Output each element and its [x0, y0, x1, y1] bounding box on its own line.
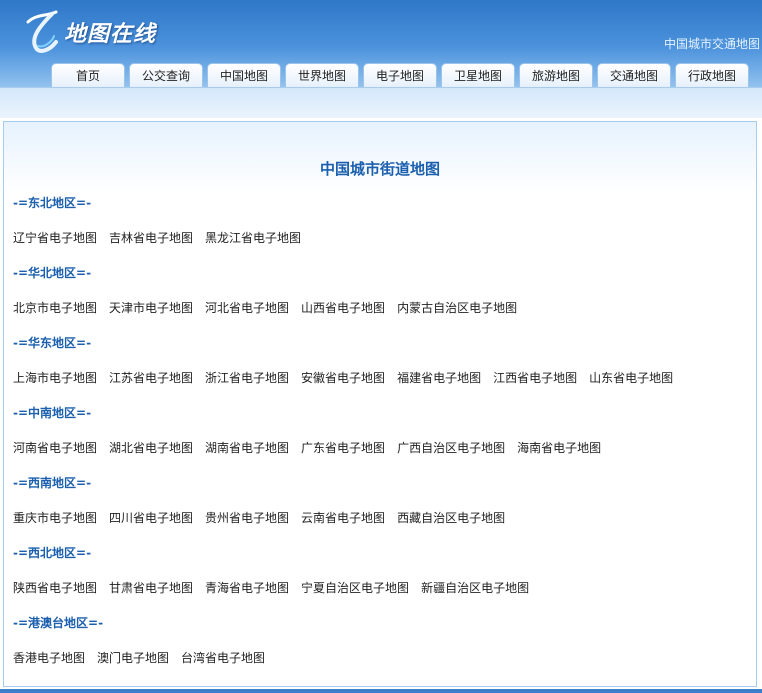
region-heading: -=港澳台地区=-: [13, 616, 104, 630]
nav-tab[interactable]: 首页: [51, 63, 125, 87]
province-map-link[interactable]: 贵州省电子地图: [205, 509, 289, 526]
province-map-link[interactable]: 湖南省电子地图: [205, 439, 289, 456]
province-map-link[interactable]: 广东省电子地图: [301, 439, 385, 456]
province-map-link[interactable]: 台湾省电子地图: [181, 649, 265, 666]
region-heading: -=西南地区=-: [13, 476, 92, 490]
nav-tab[interactable]: 旅游地图: [519, 63, 593, 87]
province-map-link[interactable]: 安徽省电子地图: [301, 369, 385, 386]
region-map-links: 陕西省电子地图 甘肃省电子地图 青海省电子地图 宁夏自治区电子地图 新疆自治区电子地图: [13, 579, 541, 596]
province-map-link[interactable]: 陕西省电子地图: [13, 579, 97, 596]
main-nav: 首页 公交查询 中国地图 世界地图 电子地图 卫星地图 旅游地图 交通地图 行政地图: [51, 63, 753, 87]
province-map-link[interactable]: 湖北省电子地图: [109, 439, 193, 456]
region-map-links: 香港电子地图 澳门电子地图 台湾省电子地图: [13, 649, 277, 666]
region-map-links: 上海市电子地图 江苏省电子地图 浙江省电子地图 安徽省电子地图 福建省电子地图 江西省电子…: [13, 369, 685, 386]
province-map-link[interactable]: 山西省电子地图: [301, 299, 385, 316]
province-map-link[interactable]: 辽宁省电子地图: [13, 229, 97, 246]
province-map-link[interactable]: 福建省电子地图: [397, 369, 481, 386]
province-map-link[interactable]: 河南省电子地图: [13, 439, 97, 456]
province-map-link[interactable]: 河北省电子地图: [205, 299, 289, 316]
region-heading: -=西北地区=-: [13, 546, 92, 560]
site-logo[interactable]: 地图在线: [22, 6, 156, 58]
header: 地图在线 中国城市交通地图 首页 公交查询 中国地图 世界地图 电子地图 卫星地图 旅游地图…: [0, 0, 762, 118]
province-map-link[interactable]: 浙江省电子地图: [205, 369, 289, 386]
nav-tab[interactable]: 电子地图: [363, 63, 437, 87]
province-map-link[interactable]: 西藏自治区电子地图: [397, 509, 505, 526]
region-heading: -=中南地区=-: [13, 406, 92, 420]
province-map-link[interactable]: 江西省电子地图: [493, 369, 577, 386]
region-heading: -=华北地区=-: [13, 266, 92, 280]
nav-tab[interactable]: 世界地图: [285, 63, 359, 87]
main-content: 中国城市街道地图 -=东北地区=- 辽宁省电子地图 吉林省电子地图 黑龙江省电子地图 -…: [3, 121, 757, 687]
province-map-link[interactable]: 青海省电子地图: [205, 579, 289, 596]
province-map-link[interactable]: 新疆自治区电子地图: [421, 579, 529, 596]
province-map-link[interactable]: 黑龙江省电子地图: [205, 229, 301, 246]
province-map-link[interactable]: 内蒙古自治区电子地图: [397, 299, 517, 316]
nav-tab[interactable]: 交通地图: [597, 63, 671, 87]
region-heading: -=东北地区=-: [13, 196, 92, 210]
province-map-link[interactable]: 甘肃省电子地图: [109, 579, 193, 596]
province-map-link[interactable]: 天津市电子地图: [109, 299, 193, 316]
province-map-link[interactable]: 北京市电子地图: [13, 299, 97, 316]
region-map-links: 北京市电子地图 天津市电子地图 河北省电子地图 山西省电子地图 内蒙古自治区电子地图: [13, 299, 529, 316]
province-map-link[interactable]: 广西自治区电子地图: [397, 439, 505, 456]
region-map-links: 重庆市电子地图 四川省电子地图 贵州省电子地图 云南省电子地图 西藏自治区电子地图: [13, 509, 517, 526]
province-map-link[interactable]: 山东省电子地图: [589, 369, 673, 386]
region-map-links: 河南省电子地图 湖北省电子地图 湖南省电子地图 广东省电子地图 广西自治区电子地图 海南省…: [13, 439, 613, 456]
province-map-link[interactable]: 海南省电子地图: [517, 439, 601, 456]
nav-tab[interactable]: 卫星地图: [441, 63, 515, 87]
province-map-link[interactable]: 江苏省电子地图: [109, 369, 193, 386]
logo-text: 地图在线: [64, 21, 157, 47]
province-map-link[interactable]: 吉林省电子地图: [109, 229, 193, 246]
province-map-link[interactable]: 重庆市电子地图: [13, 509, 97, 526]
nav-bar: [0, 87, 762, 116]
city-traffic-map-link[interactable]: 中国城市交通地图: [664, 35, 760, 52]
nav-tab[interactable]: 公交查询: [129, 63, 203, 87]
province-map-link[interactable]: 澳门电子地图: [97, 649, 169, 666]
province-map-link[interactable]: 上海市电子地图: [13, 369, 97, 386]
page-title: 中国城市街道地图: [319, 160, 440, 178]
province-map-link[interactable]: 云南省电子地图: [301, 509, 385, 526]
nav-tab[interactable]: 行政地图: [675, 63, 749, 87]
province-map-link[interactable]: 香港电子地图: [13, 649, 85, 666]
province-map-link[interactable]: 宁夏自治区电子地图: [301, 579, 409, 596]
footer-divider: [0, 689, 762, 693]
nav-tab[interactable]: 中国地图: [207, 63, 281, 87]
region-heading: -=华东地区=-: [13, 336, 92, 350]
region-map-links: 辽宁省电子地图 吉林省电子地图 黑龙江省电子地图: [13, 229, 313, 246]
swirl-logo-icon: [26, 10, 58, 53]
province-map-link[interactable]: 四川省电子地图: [109, 509, 193, 526]
